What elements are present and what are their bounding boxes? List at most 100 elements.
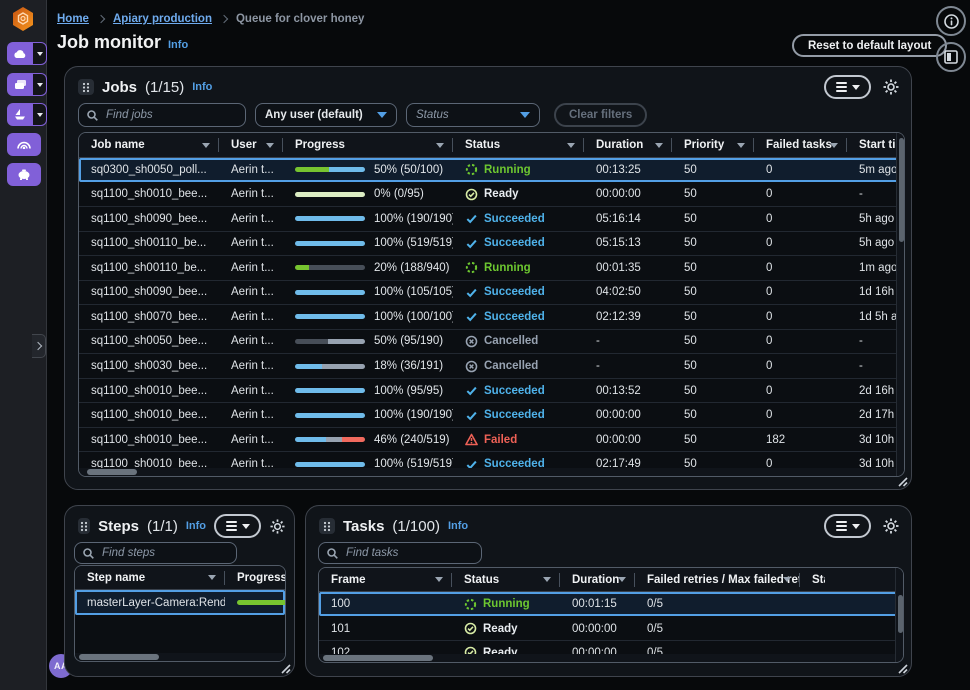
- column-header-failed-retries[interactable]: Failed retries / Max failed retries: [635, 568, 800, 591]
- job-row[interactable]: sq1100_sh0070_bee... Aerin t... 100% (10…: [79, 304, 904, 329]
- column-header-status[interactable]: Status: [453, 133, 584, 157]
- tasks-vertical-scrollbar[interactable]: [895, 568, 903, 662]
- jobs-vertical-scrollbar[interactable]: [896, 133, 904, 476]
- resize-handle-icon[interactable]: [896, 661, 908, 673]
- deadline-cloud-hexagon-logo[interactable]: [11, 6, 35, 32]
- filter-caret-icon: [208, 575, 216, 580]
- column-header-step-name[interactable]: Step name: [75, 566, 225, 589]
- job-row[interactable]: sq0300_sh0050_poll... Aerin t... 50% (50…: [79, 158, 904, 182]
- progress-label: 100% (105/105): [374, 286, 453, 298]
- caret-down-icon: [37, 52, 43, 56]
- progress-label: 18% (36/191): [374, 360, 443, 372]
- cell-job-name: sq1100_sh0050_bee...: [79, 335, 219, 347]
- jobs-settings-button[interactable]: [883, 79, 899, 95]
- column-header-failed-tasks[interactable]: Failed tasks: [754, 133, 847, 157]
- steps-info-link[interactable]: Info: [186, 520, 206, 532]
- circle-check-icon: [464, 622, 477, 635]
- job-row[interactable]: sq1100_sh0010_bee... Aerin t... 100% (19…: [79, 402, 904, 427]
- progress-label: 100% (95/95): [374, 385, 443, 397]
- status-label: Cancelled: [484, 335, 538, 347]
- page-info-link[interactable]: Info: [168, 39, 188, 51]
- column-header-duration[interactable]: Duration: [584, 133, 672, 157]
- steps-horizontal-scrollbar[interactable]: [75, 653, 285, 661]
- status-label: Succeeded: [484, 286, 545, 298]
- jobs-actions-menu-button[interactable]: [824, 75, 871, 99]
- breadcrumb-farm-link[interactable]: Apiary production: [113, 13, 212, 25]
- boat-icon: [14, 109, 26, 120]
- progress-segment-blue: [295, 364, 322, 369]
- circle-x-icon: [465, 335, 478, 348]
- steps-search-input[interactable]: [75, 547, 236, 559]
- job-row[interactable]: sq1100_sh0010_bee... Aerin t... 0% (0/95…: [79, 182, 904, 207]
- column-header-progress[interactable]: Progress: [225, 566, 285, 589]
- progress-bar: [295, 437, 365, 442]
- cloud-menu-button[interactable]: [7, 42, 33, 65]
- drag-handle-icon[interactable]: [78, 518, 90, 534]
- sidebar-expander-button[interactable]: [32, 334, 46, 358]
- drag-handle-icon[interactable]: [78, 79, 94, 95]
- filter-caret-icon: [655, 143, 663, 148]
- column-header-priority[interactable]: Priority: [672, 133, 754, 157]
- user-filter-dropdown[interactable]: Any user (default): [255, 103, 397, 127]
- tasks-search-input[interactable]: [319, 547, 481, 559]
- reset-layout-button[interactable]: Reset to default layout: [792, 34, 947, 57]
- queues-menu-caret-button[interactable]: [33, 103, 47, 126]
- task-row[interactable]: 101 Ready 00:00:00 0/5: [319, 616, 903, 640]
- queues-menu-button[interactable]: [7, 103, 33, 126]
- cell-job-name: sq1100_sh0010_bee...: [79, 409, 219, 421]
- progress-segment-gray_light: [328, 339, 365, 344]
- step-row[interactable]: masterLayer-Camera:RenderCa: [75, 590, 285, 615]
- jobs-info-link[interactable]: Info: [192, 81, 212, 93]
- fleets-menu-caret-button[interactable]: [33, 73, 47, 96]
- tasks-info-link[interactable]: Info: [448, 520, 468, 532]
- status-filter-dropdown[interactable]: Status: [406, 103, 540, 127]
- cell-duration: 00:00:00: [584, 409, 672, 421]
- usage-button[interactable]: [7, 133, 41, 156]
- jobs-horizontal-scrollbar[interactable]: [79, 468, 896, 476]
- breadcrumb-home-link[interactable]: Home: [57, 13, 89, 25]
- fleets-menu-button[interactable]: [7, 73, 33, 96]
- cell-failed-retries: 0/5: [635, 598, 800, 610]
- cloud-menu-caret-button[interactable]: [33, 42, 47, 65]
- progress-bar: [295, 388, 365, 393]
- task-row[interactable]: 100 Running 00:01:15 0/5: [319, 592, 903, 616]
- cell-progress: 100% (190/190): [283, 213, 453, 225]
- steps-settings-button[interactable]: [270, 519, 285, 534]
- jobs-table-header: Job name User Progress Status Duration P…: [79, 133, 904, 158]
- column-header-frame[interactable]: Frame: [319, 568, 452, 591]
- user-filter-value: Any user (default): [265, 109, 369, 121]
- cell-job-name: sq1100_sh0010_bee...: [79, 188, 219, 200]
- job-row[interactable]: sq1100_sh0010_bee... Aerin t... 46% (240…: [79, 427, 904, 452]
- column-header-duration[interactable]: Duration: [560, 568, 635, 591]
- tasks-settings-button[interactable]: [883, 518, 899, 534]
- info-panel-button[interactable]: [936, 6, 966, 36]
- progress-segment-blue: [295, 314, 365, 319]
- clear-filters-button[interactable]: Clear filters: [554, 103, 647, 127]
- steps-actions-menu-button[interactable]: [214, 514, 261, 538]
- job-row[interactable]: sq1100_sh0010_bee... Aerin t... 100% (95…: [79, 378, 904, 403]
- resize-handle-icon[interactable]: [896, 474, 908, 486]
- resize-handle-icon[interactable]: [279, 661, 291, 673]
- jobs-search-input[interactable]: [79, 109, 245, 121]
- chevron-right-icon: [220, 15, 228, 23]
- cell-status: Succeeded: [453, 409, 584, 422]
- column-header-progress[interactable]: Progress: [283, 133, 453, 157]
- column-header-user[interactable]: User: [219, 133, 283, 157]
- column-header-status[interactable]: Status: [452, 568, 560, 591]
- job-row[interactable]: sq1100_sh0090_bee... Aerin t... 100% (10…: [79, 280, 904, 305]
- drag-handle-icon[interactable]: [319, 518, 335, 534]
- budgets-button[interactable]: [7, 163, 41, 186]
- tasks-horizontal-scrollbar[interactable]: [319, 654, 895, 662]
- job-row[interactable]: sq1100_sh0030_bee... Aerin t... 18% (36/…: [79, 353, 904, 378]
- job-row[interactable]: sq1100_sh0090_bee... Aerin t... 100% (19…: [79, 206, 904, 231]
- progress-label: 0% (0/95): [374, 188, 424, 200]
- tasks-actions-menu-button[interactable]: [824, 514, 871, 538]
- cell-progress: 100% (105/105): [283, 286, 453, 298]
- circle-x-icon: [465, 360, 478, 373]
- side-panel-toggle-button[interactable]: [936, 42, 966, 72]
- column-header-start-time[interactable]: Start time: [800, 568, 903, 591]
- column-header-job-name[interactable]: Job name: [79, 133, 219, 157]
- job-row[interactable]: sq1100_sh00110_be... Aerin t... 20% (188…: [79, 255, 904, 280]
- job-row[interactable]: sq1100_sh0050_bee... Aerin t... 50% (95/…: [79, 329, 904, 354]
- job-row[interactable]: sq1100_sh00110_be... Aerin t... 100% (51…: [79, 231, 904, 256]
